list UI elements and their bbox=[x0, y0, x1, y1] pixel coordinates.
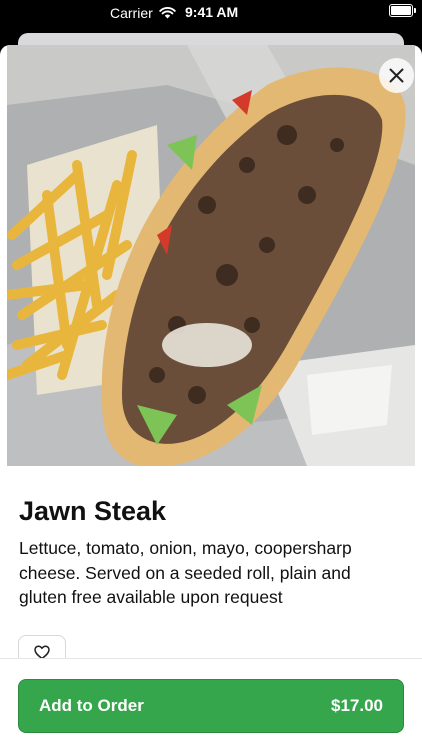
order-footer: Add to Order $17.00 bbox=[0, 658, 422, 750]
battery-icon bbox=[389, 4, 416, 17]
item-price: $17.00 bbox=[331, 696, 383, 715]
status-time: 9:41 AM bbox=[185, 4, 239, 20]
close-icon bbox=[389, 68, 404, 83]
item-photo bbox=[7, 45, 415, 466]
wifi-icon bbox=[159, 7, 176, 19]
item-detail-sheet: Jawn Steak Lettuce, tomato, onion, mayo,… bbox=[0, 45, 422, 750]
item-description: Lettuce, tomato, onion, mayo, coopershar… bbox=[19, 538, 352, 607]
add-to-order-button[interactable]: Add to Order $17.00 bbox=[18, 679, 404, 733]
carrier-label: Carrier bbox=[110, 5, 153, 21]
add-to-order-label: Add to Order bbox=[39, 696, 144, 715]
item-title: Jawn Steak bbox=[19, 496, 167, 526]
close-button[interactable] bbox=[379, 58, 414, 93]
carrier-group: Carrier bbox=[110, 4, 176, 22]
